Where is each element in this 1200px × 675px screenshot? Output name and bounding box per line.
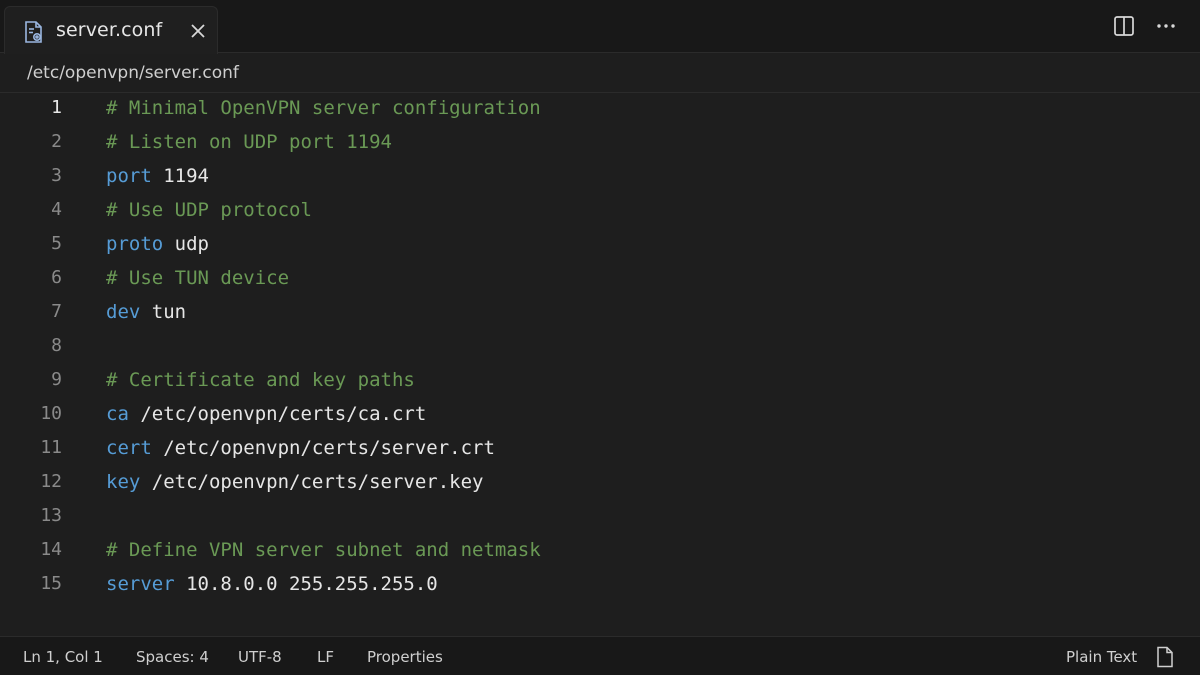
code-comment: # Listen on UDP port 1194 [106,131,392,153]
code-value: 10.8.0.0 255.255.255.0 [174,573,438,595]
line-number: 2 [51,131,62,152]
line-number: 12 [40,471,62,492]
code-comment: # Certificate and key paths [106,369,415,391]
line-number: 8 [51,335,62,356]
line-code: dev tun [106,301,186,323]
line-code: # Minimal OpenVPN server configuration [106,97,541,119]
code-line[interactable]: 1 # Minimal OpenVPN server configuration [0,93,1200,127]
code-line[interactable]: 9 # Certificate and key paths [0,365,1200,399]
line-code: # Define VPN server subnet and netmask [106,539,541,561]
code-keyword: proto [106,233,164,255]
code-line[interactable]: 4 # Use UDP protocol [0,195,1200,229]
code-line[interactable]: 12 key /etc/openvpn/certs/server.key [0,467,1200,501]
line-number: 10 [40,403,62,424]
code-keyword: dev [106,301,141,323]
language-mode[interactable]: Plain Text [1066,648,1137,666]
code-comment: # Minimal OpenVPN server configuration [106,97,541,119]
line-number: 4 [51,199,62,220]
line-code: cert /etc/openvpn/certs/server.crt [106,437,495,459]
code-keyword: server [106,573,175,595]
editor-actions [1112,14,1178,38]
indentation-setting[interactable]: Spaces: 4 [136,648,209,666]
tab-title: server.conf [56,19,163,41]
line-number: 9 [51,369,62,390]
line-number: 14 [40,539,62,560]
close-icon[interactable] [187,20,209,42]
split-editor-icon[interactable] [1112,14,1136,38]
code-keyword: key [106,471,141,493]
line-code: # Use TUN device [106,267,289,289]
code-value: /etc/openvpn/certs/server.key [140,471,484,493]
line-number: 5 [51,233,62,254]
code-line[interactable]: 11 cert /etc/openvpn/certs/server.crt [0,433,1200,467]
line-code: # Listen on UDP port 1194 [106,131,392,153]
code-value: /etc/openvpn/certs/ca.crt [128,403,427,425]
code-keyword: cert [106,437,152,459]
code-value: udp [163,233,209,255]
line-code: # Certificate and key paths [106,369,415,391]
line-ending-setting[interactable]: LF [317,648,334,666]
code-line[interactable]: 10 ca /etc/openvpn/certs/ca.crt [0,399,1200,433]
status-bar: Ln 1, Col 1 Spaces: 4 UTF-8 LF Propertie… [0,636,1200,675]
line-code: key /etc/openvpn/certs/server.key [106,471,484,493]
code-editor[interactable]: 1 # Minimal OpenVPN server configuration 2… [0,93,1200,636]
line-code: ca /etc/openvpn/certs/ca.crt [106,403,426,425]
code-comment: # Use UDP protocol [106,199,312,221]
line-code: server 10.8.0.0 255.255.255.0 [106,573,438,595]
line-number: 6 [51,267,62,288]
line-code: # Use UDP protocol [106,199,312,221]
code-line[interactable]: 7 dev tun [0,297,1200,331]
line-number: 13 [40,505,62,526]
line-number: 15 [40,573,62,594]
breadcrumb-path[interactable]: /etc/openvpn/server.conf [27,63,239,83]
code-line[interactable]: 5 proto udp [0,229,1200,263]
tab-bar: server.conf [0,0,1200,54]
code-line[interactable]: 13 [0,501,1200,535]
document-icon[interactable] [1156,646,1174,668]
code-keyword: ca [106,403,129,425]
line-code: proto udp [106,233,209,255]
code-line[interactable]: 6 # Use TUN device [0,263,1200,297]
cursor-position[interactable]: Ln 1, Col 1 [23,648,103,666]
code-value: 1194 [151,165,209,187]
code-value: /etc/openvpn/certs/server.crt [151,437,495,459]
code-line[interactable]: 8 [0,331,1200,365]
line-code: port 1194 [106,165,209,187]
code-keyword: port [106,165,152,187]
code-comment: # Define VPN server subnet and netmask [106,539,541,561]
more-horizontal-icon[interactable] [1154,14,1178,38]
code-line[interactable]: 15 server 10.8.0.0 255.255.255.0 [0,569,1200,603]
line-number: 11 [40,437,62,458]
tab-server-conf[interactable]: server.conf [4,6,218,54]
line-number: 1 [51,97,62,118]
properties-button[interactable]: Properties [367,648,443,666]
settings-file-icon [25,21,42,43]
encoding-setting[interactable]: UTF-8 [238,648,282,666]
code-line[interactable]: 2 # Listen on UDP port 1194 [0,127,1200,161]
breadcrumb: /etc/openvpn/server.conf [0,54,1200,93]
code-line[interactable]: 14 # Define VPN server subnet and netmask [0,535,1200,569]
code-line[interactable]: 3 port 1194 [0,161,1200,195]
line-number: 3 [51,165,62,186]
line-number: 7 [51,301,62,322]
code-comment: # Use TUN device [106,267,290,289]
code-value: tun [140,301,187,323]
